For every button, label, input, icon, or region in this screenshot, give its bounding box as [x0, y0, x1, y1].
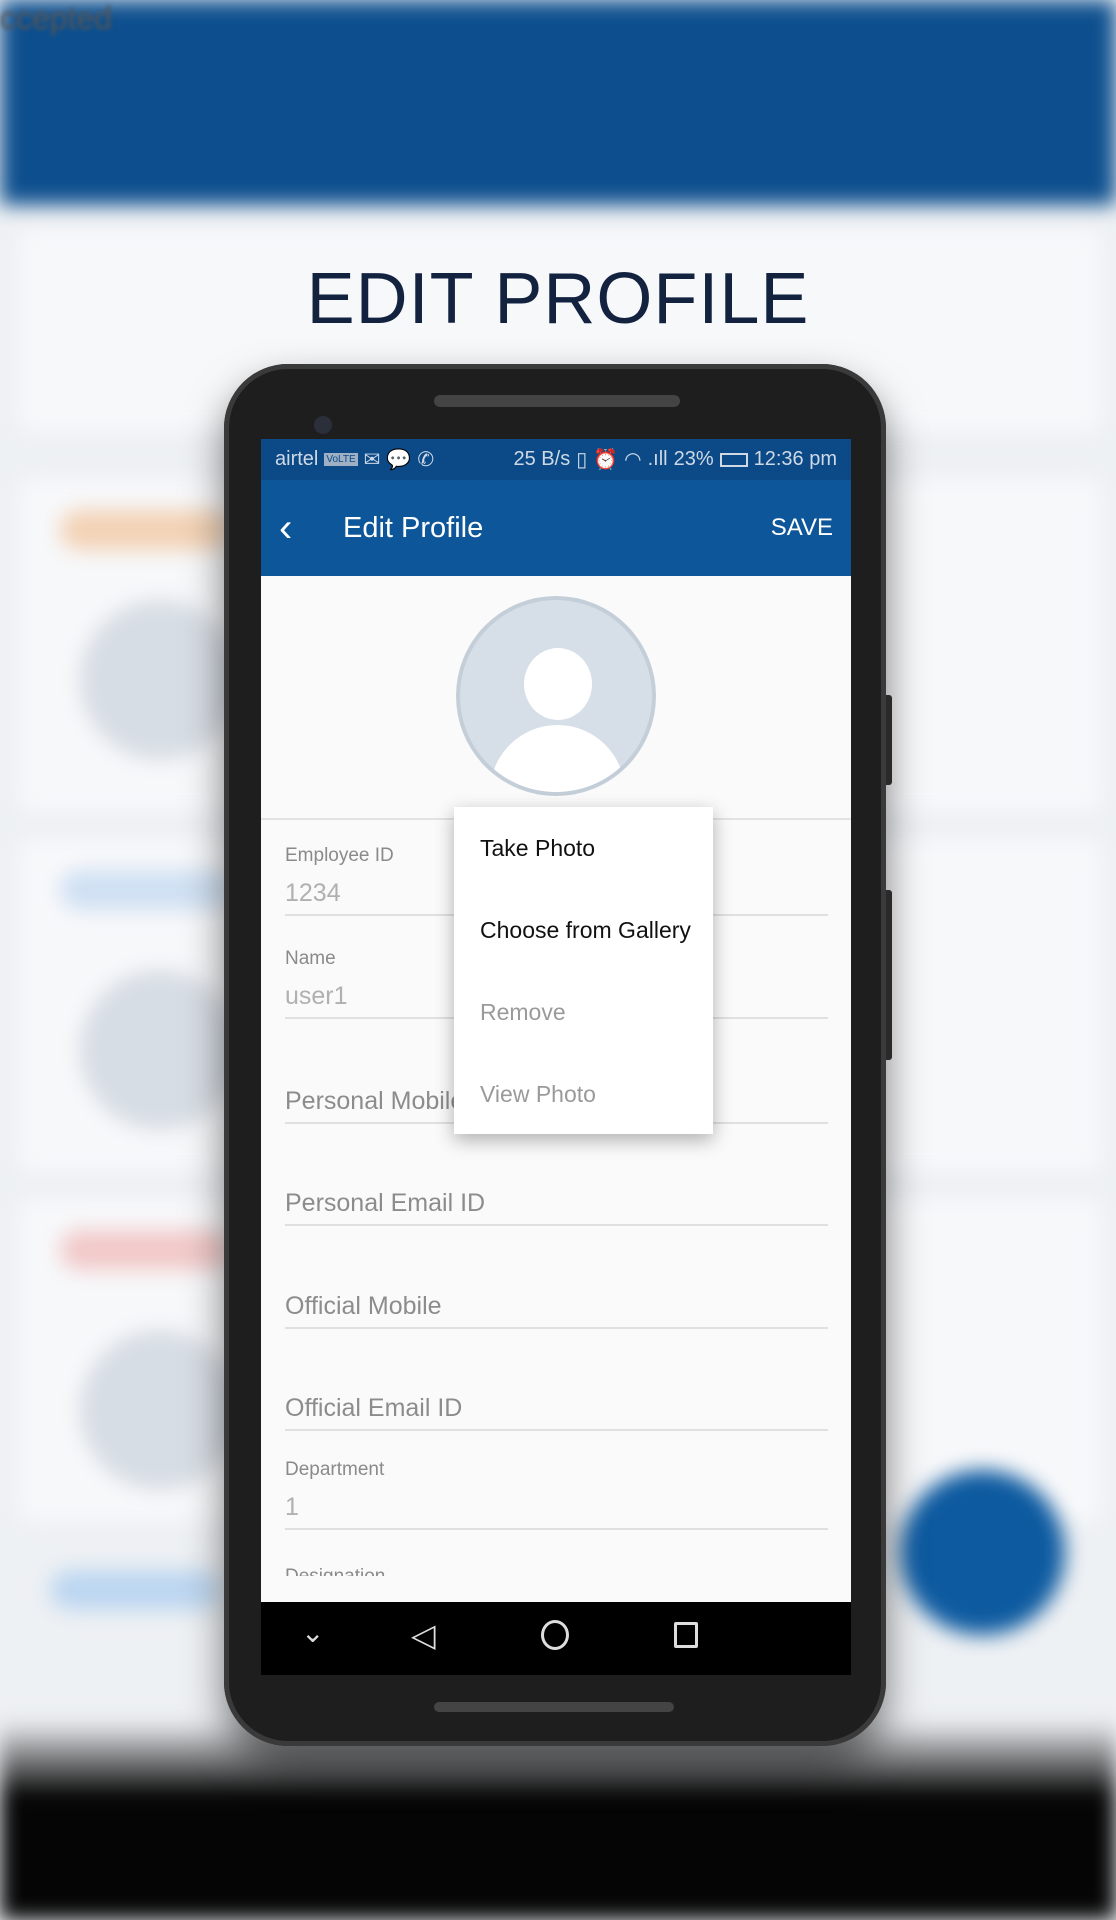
save-button[interactable]: SAVE [771, 514, 833, 542]
field-placeholder: Official Email ID [285, 1394, 463, 1422]
gmail-icon: ✉ [363, 449, 381, 471]
battery-percent: 23% [673, 448, 714, 470]
app-bar: ‹ Edit Profile SAVE [261, 480, 851, 576]
menu-item-choose-from-gallery[interactable]: Choose from Gallery [454, 889, 713, 971]
network-speed: 25 B/s [513, 448, 571, 470]
field-placeholder: Official Mobile [285, 1292, 442, 1320]
menu-item-view-photo: View Photo [480, 1081, 596, 1107]
battery-icon [719, 452, 748, 467]
blurred-status-label: ccepted [0, 0, 113, 36]
vibrate-icon: ▯ [576, 449, 588, 471]
official-mobile-field[interactable]: Official Mobile [285, 1292, 828, 1329]
chevron-left-icon[interactable]: ‹ [279, 506, 329, 551]
home-circle-icon[interactable] [541, 1620, 569, 1650]
menu-item-remove: Remove [480, 999, 566, 1025]
back-triangle-icon[interactable]: ◁ [411, 1616, 436, 1654]
wifi-icon: ◠ [624, 449, 642, 471]
phone-speaker [434, 395, 680, 407]
alarm-icon: ⏰ [593, 449, 619, 471]
user-silhouette-icon [524, 648, 592, 720]
department-field[interactable]: Department 1 [285, 1459, 828, 1530]
page-headline: EDIT PROFILE [306, 259, 810, 339]
carrier: airtel [275, 448, 319, 470]
photo-options-menu: Take Photo Choose from Gallery Remove Vi… [454, 807, 713, 1134]
android-nav-bar: ⌄ ◁ [261, 1602, 851, 1675]
recents-square-icon[interactable] [674, 1622, 698, 1648]
whatsapp-icon: ✆ [417, 449, 435, 471]
official-email-field[interactable]: Official Email ID [285, 1394, 828, 1431]
volte-icon: VoLTE [324, 453, 358, 466]
signal-icon: .ıll [647, 448, 668, 470]
message-icon: 💬 [386, 449, 412, 471]
screen-title: Edit Profile [343, 511, 484, 544]
profile-avatar[interactable] [456, 596, 656, 796]
status-bar: airtel VoLTE ✉ 💬 ✆ 25 B/s ▯ ⏰ ◠ .ıll 23%… [261, 439, 851, 480]
avatar-section [261, 576, 851, 820]
field-label: Department [285, 1459, 385, 1480]
personal-email-field[interactable]: Personal Email ID [285, 1189, 828, 1226]
menu-item-take-photo[interactable]: Take Photo [454, 807, 713, 889]
designation-label: Designation [285, 1566, 385, 1576]
field-value: 1 [285, 1493, 299, 1521]
chevron-down-icon[interactable]: ⌄ [301, 1616, 324, 1649]
clock: 12:36 pm [753, 448, 837, 470]
phone-camera [314, 416, 332, 434]
field-placeholder: Personal Email ID [285, 1189, 486, 1217]
